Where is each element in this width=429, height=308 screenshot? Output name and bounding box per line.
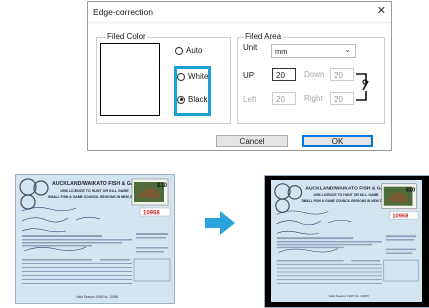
unit-select[interactable]: mm ⌄ [271,44,356,58]
color-preview-box [100,43,160,116]
radio-auto[interactable]: Auto [175,46,202,55]
hunting-licence-before: AUCKLAND/WAIKATO FISH & GAME COUNCIL 199… [16,175,174,303]
stamp-value: $10 [157,183,168,189]
doc-after-footer: Valid Season 1996 No. 10968 [328,294,369,298]
close-icon[interactable]: ✕ [377,4,386,18]
selection-highlight [174,66,211,116]
cancel-button[interactable]: Cancel [216,135,288,147]
ok-button[interactable]: OK [302,135,373,147]
filed-color-label: Filed Color [106,32,147,42]
doc-header-2: 1996 LICENCE TO HUNT OR KILL GAME [60,189,129,193]
down-input[interactable]: 20 [330,68,354,81]
dialog-title: Edge-correction [93,7,154,17]
up-input[interactable]: 20 [272,68,296,81]
chevron-down-icon: ⌄ [344,45,351,54]
title-bar: Edge-correction ✕ [88,2,391,23]
doc-footer: Valid Season 1996 No. 10968 [76,295,118,299]
edge-correction-dialog: Edge-correction ✕ Filed Color Auto White… [87,1,392,151]
unit-value: mm [275,47,288,56]
unit-label: Unit [243,43,258,52]
filed-area-label: Filed Area [244,32,283,42]
left-input[interactable]: 20 [272,92,296,105]
serial-number: 10968 [143,211,160,217]
right-label: Right [304,94,323,103]
document-after-content: AUCKLAND/WAIKATO FISH & GAME COUNCIL 199… [271,180,422,302]
arrow-right-icon [205,211,235,235]
doc-after-serial-number: 10968 [392,214,408,220]
document-before-image: AUCKLAND/WAIKATO FISH & GAME COUNCIL 199… [15,174,175,304]
right-input[interactable]: 20 [330,92,354,105]
left-label: Left [243,95,257,104]
hunting-licence-after: AUCKLAND/WAIKATO FISH & GAME COUNCIL 199… [271,180,422,302]
radio-auto-circle[interactable] [175,46,183,55]
radio-auto-label: Auto [186,46,203,55]
down-label: Down [304,70,325,79]
document-after-image: AUCKLAND/WAIKATO FISH & GAME COUNCIL 199… [264,175,429,308]
doc-after-header-2: 1996 LICENCE TO HUNT OR KILL GAME [313,193,379,197]
up-label: UP [243,71,255,80]
doc-after-stamp-value: $10 [406,187,416,193]
link-chain-icon[interactable] [354,71,378,103]
